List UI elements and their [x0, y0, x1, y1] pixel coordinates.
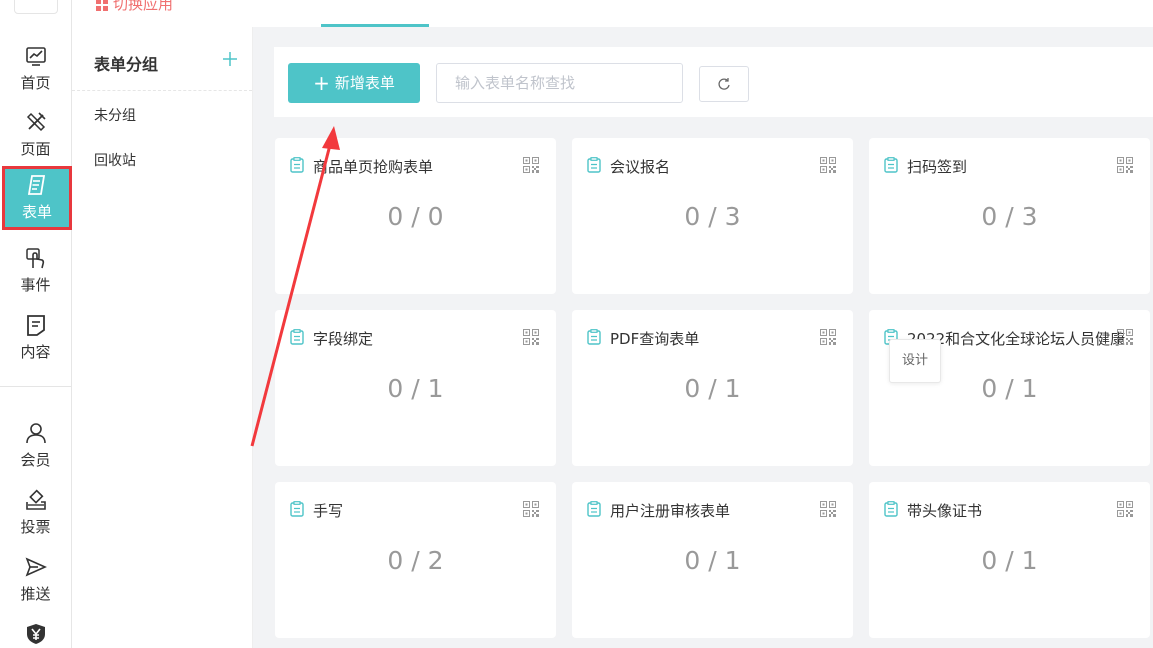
qr-code-icon[interactable] — [1117, 157, 1133, 173]
refresh-icon — [718, 78, 730, 90]
add-form-button[interactable]: + 新增表单 — [288, 63, 420, 103]
clipboard-icon — [587, 501, 601, 517]
form-card-count: 0 / 3 — [684, 202, 741, 231]
group-item-ungrouped[interactable]: 未分组 — [94, 105, 136, 125]
form-card-title: 手写 — [313, 502, 344, 520]
form-card-count: 0 / 1 — [684, 546, 741, 575]
form-groups-panel: 表单分组 未分组 回收站 — [72, 27, 253, 648]
form-card-title: PDF查询表单 — [610, 330, 700, 348]
clipboard-icon — [884, 157, 898, 173]
form-card-title: 会议报名 — [610, 158, 671, 176]
user-icon — [25, 423, 46, 444]
form-card-count: 0 / 2 — [387, 546, 444, 575]
form-card-title: 用户注册审核表单 — [610, 502, 731, 520]
nav-label: 事件 — [20, 276, 51, 294]
app-logo-box[interactable] — [14, 0, 58, 14]
grid-icon — [96, 0, 108, 11]
document-icon — [26, 315, 45, 336]
switch-app-link[interactable]: 切换应用 — [96, 0, 173, 14]
form-icon — [27, 175, 46, 195]
plus-icon: + — [313, 71, 330, 95]
plus-icon[interactable] — [220, 49, 240, 69]
clipboard-icon — [587, 157, 601, 173]
form-card-title: 带头像证书 — [907, 502, 983, 520]
clipboard-icon — [290, 501, 304, 517]
search-input[interactable] — [453, 64, 682, 102]
nav-item-pages[interactable]: 页面 — [0, 104, 71, 166]
qr-code-icon[interactable] — [820, 157, 836, 173]
nav-divider — [0, 386, 71, 387]
nav-item-home[interactable]: 首页 — [0, 38, 71, 100]
nav-label: 内容 — [20, 343, 51, 361]
form-card-count: 0 / 1 — [684, 374, 741, 403]
qr-code-icon[interactable] — [1117, 501, 1133, 517]
form-card[interactable]: 带头像证书 0 / 1 — [869, 482, 1150, 638]
add-form-label: 新增表单 — [334, 74, 395, 92]
vote-icon — [25, 489, 46, 510]
form-card-title: 扫码签到 — [907, 158, 968, 176]
search-box — [436, 63, 683, 103]
nav-label: 表单 — [21, 203, 52, 221]
qr-code-icon[interactable] — [820, 329, 836, 345]
form-card-count: 0 / 1 — [387, 374, 444, 403]
clipboard-icon — [290, 329, 304, 345]
qr-code-icon[interactable] — [1117, 329, 1133, 345]
top-bar: 切换应用 — [72, 0, 1153, 27]
nav-label: 推送 — [20, 585, 51, 603]
form-card-title: 字段绑定 — [313, 330, 374, 348]
form-card[interactable]: 商品单页抢购表单 0 / 0 — [275, 138, 556, 294]
nav-item-vote[interactable]: 投票 — [0, 482, 71, 544]
nav-label: 页面 — [20, 140, 51, 158]
groups-title: 表单分组 — [94, 55, 159, 74]
qr-code-icon[interactable] — [523, 329, 539, 345]
nav-item-finance[interactable] — [0, 616, 71, 648]
form-card[interactable]: 会议报名 0 / 3 — [572, 138, 853, 294]
active-tab-indicator — [321, 24, 429, 27]
form-card-count: 0 / 0 — [387, 202, 444, 231]
group-item-recycle-bin[interactable]: 回收站 — [94, 150, 136, 170]
form-card[interactable]: 字段绑定 0 / 1 — [275, 310, 556, 466]
form-card[interactable]: 手写 0 / 2 — [275, 482, 556, 638]
touch-icon — [25, 248, 44, 269]
clipboard-icon — [884, 501, 898, 517]
form-card-count: 0 / 1 — [981, 546, 1038, 575]
form-card[interactable]: PDF查询表单 0 / 1 — [572, 310, 853, 466]
clipboard-icon — [587, 329, 601, 345]
nav-item-members[interactable]: 会员 — [0, 415, 71, 477]
nav-item-forms[interactable]: 表单 — [2, 166, 72, 230]
form-card-title: 商品单页抢购表单 — [313, 158, 434, 176]
left-nav: 首页 页面 表单 事件 内容 会员 投票 推送 — [0, 0, 72, 648]
groups-divider — [72, 90, 252, 92]
pen-ruler-icon — [26, 112, 46, 132]
nav-label: 首页 — [20, 74, 51, 92]
qr-code-icon[interactable] — [523, 157, 539, 173]
nav-item-content[interactable]: 内容 — [0, 307, 71, 369]
clipboard-icon — [290, 157, 304, 173]
send-icon — [25, 557, 47, 577]
form-card[interactable]: 2022和合文化全球论坛人员健康 0 / 1 — [869, 310, 1150, 466]
nav-label: 会员 — [20, 451, 51, 469]
form-card[interactable]: 扫码签到 0 / 3 — [869, 138, 1150, 294]
nav-label: 投票 — [20, 518, 51, 536]
chart-icon — [25, 47, 46, 66]
nav-item-events[interactable]: 事件 — [0, 240, 71, 302]
refresh-button[interactable] — [699, 66, 749, 102]
yen-shield-icon — [26, 624, 45, 644]
toolbar: + 新增表单 — [274, 47, 1153, 117]
qr-code-icon[interactable] — [523, 501, 539, 517]
design-popover-button[interactable]: 设计 — [889, 339, 941, 383]
form-card[interactable]: 用户注册审核表单 0 / 1 — [572, 482, 853, 638]
switch-app-label: 切换应用 — [113, 0, 174, 13]
nav-item-push[interactable]: 推送 — [0, 549, 71, 611]
qr-code-icon[interactable] — [820, 501, 836, 517]
form-card-count: 0 / 3 — [981, 202, 1038, 231]
